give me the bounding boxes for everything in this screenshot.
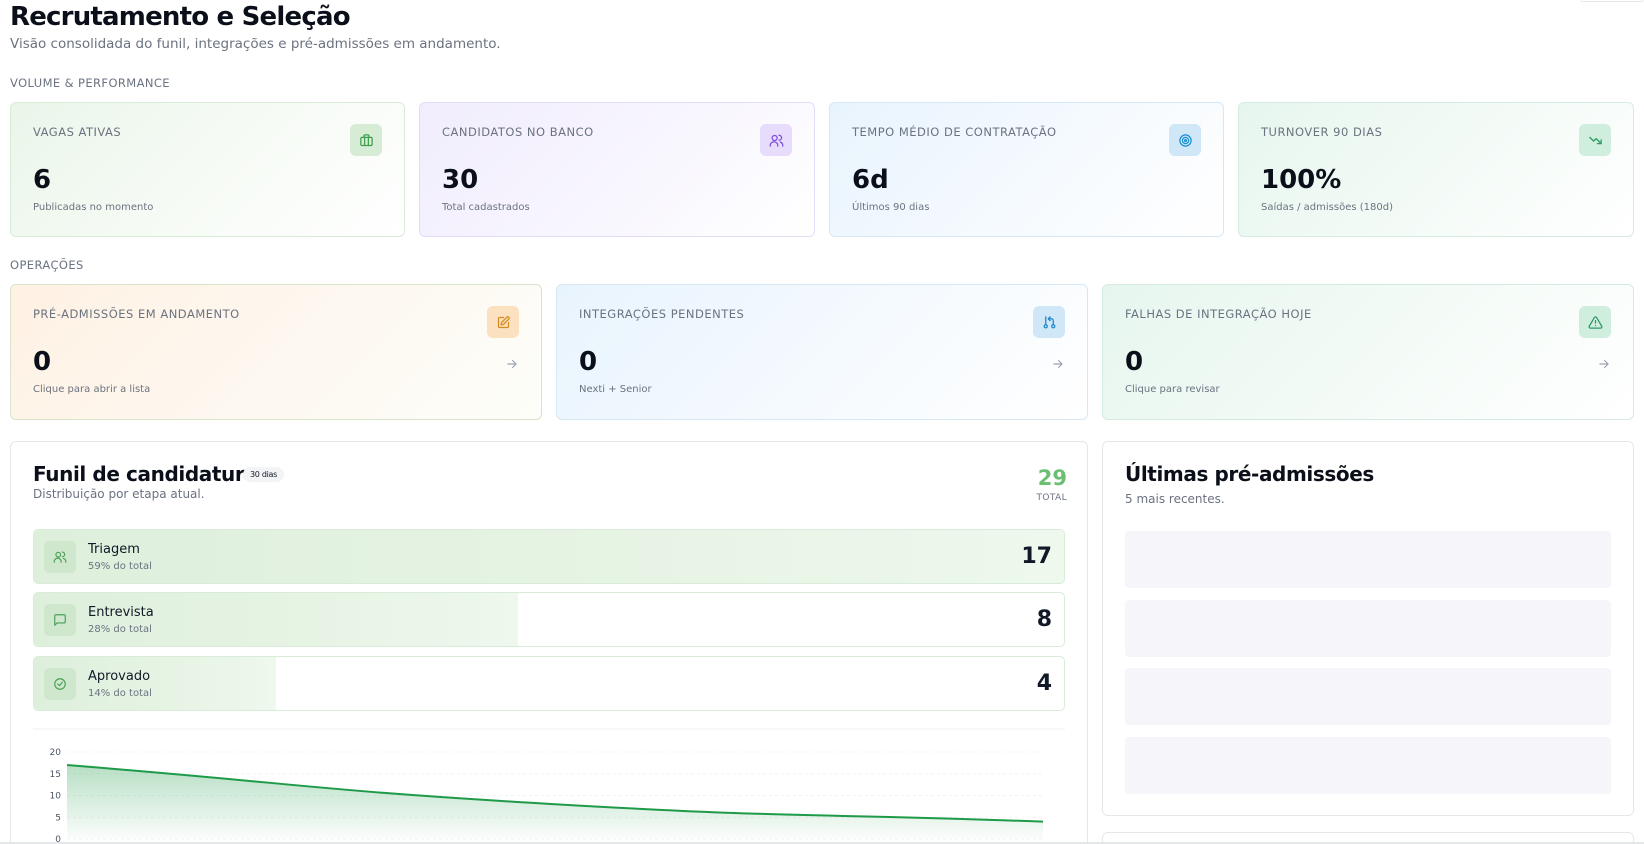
funnel-area-chart: 05101520 xyxy=(33,728,1065,844)
skeleton-row xyxy=(1125,531,1611,588)
kpi-label: CANDIDATOS NO BANCO xyxy=(442,125,594,139)
alert-triangle-icon xyxy=(1579,306,1611,338)
y-tick-label: 15 xyxy=(50,770,61,780)
ops-card-pre-admissoes[interactable]: PRÉ-ADMISSÕES EM ANDAMENTO 0 Clique para… xyxy=(10,284,542,420)
total-label: TOTAL xyxy=(1036,493,1067,503)
ops-card-integracoes-pendentes[interactable]: INTEGRAÇÕES PENDENTES 0 Nexti + Senior xyxy=(556,284,1088,420)
ops-label: FALHAS DE INTEGRAÇÃO HOJE xyxy=(1125,307,1312,321)
header-action-button[interactable] xyxy=(1580,0,1644,2)
funnel-stage-aprovado[interactable]: Aprovado 14% do total 4 xyxy=(33,656,1065,711)
ops-value: 0 xyxy=(33,347,52,377)
kpi-card-candidatos-no-banco[interactable]: CANDIDATOS NO BANCO 30 Total cadastrados xyxy=(419,102,815,237)
briefcase-icon xyxy=(350,124,382,156)
pre-admissions-subtitle: 5 mais recentes. xyxy=(1125,492,1225,506)
stage-name: Aprovado xyxy=(88,669,151,684)
skeleton-row xyxy=(1125,668,1611,725)
section-label-operations: OPERAÇÕES xyxy=(10,258,84,272)
stage-count: 17 xyxy=(1021,544,1052,569)
stage-fill-bar xyxy=(34,530,1064,583)
target-icon xyxy=(1169,124,1201,156)
kpi-caption: Últimos 90 dias xyxy=(852,202,930,213)
y-tick-label: 20 xyxy=(50,748,62,758)
ops-caption: Clique para abrir a lista xyxy=(33,384,151,395)
ops-value: 0 xyxy=(1125,347,1144,377)
users-icon xyxy=(760,124,792,156)
ops-caption: Nexti + Senior xyxy=(579,384,652,395)
git-pull-request-icon xyxy=(1033,306,1065,338)
kpi-value: 100% xyxy=(1261,165,1342,195)
page-subtitle: Visão consolidada do funil, integrações … xyxy=(10,36,501,52)
skeleton-row xyxy=(1125,737,1611,794)
stage-percent: 28% do total xyxy=(88,624,152,635)
users-icon xyxy=(44,541,76,573)
funnel-panel: Funil de candidaturas 30 dias Distribuiç… xyxy=(10,441,1088,844)
edit-document-icon xyxy=(487,306,519,338)
area-fill xyxy=(67,765,1043,839)
ops-label: PRÉ-ADMISSÕES EM ANDAMENTO xyxy=(33,307,240,321)
kpi-caption: Saídas / admissões (180d) xyxy=(1261,202,1393,213)
skeleton-row xyxy=(1125,600,1611,657)
arrow-right-icon[interactable] xyxy=(505,357,519,371)
kpi-label: TEMPO MÉDIO DE CONTRATAÇÃO xyxy=(852,125,1057,139)
funnel-stage-triagem[interactable]: Triagem 59% do total 17 xyxy=(33,529,1065,584)
ops-caption: Clique para revisar xyxy=(1125,384,1220,395)
ops-card-falhas-integracao[interactable]: FALHAS DE INTEGRAÇÃO HOJE 0 Clique para … xyxy=(1102,284,1634,420)
period-badge: 30 dias xyxy=(243,467,284,482)
check-circle-icon xyxy=(44,668,76,700)
stage-percent: 14% do total xyxy=(88,688,152,699)
y-tick-label: 10 xyxy=(50,792,62,802)
funnel-subtitle: Distribuição por etapa atual. xyxy=(33,487,205,501)
section-label-volume: VOLUME & PERFORMANCE xyxy=(10,76,170,90)
kpi-label: TURNOVER 90 DIAS xyxy=(1261,125,1383,139)
page-title: Recrutamento e Seleção xyxy=(10,2,351,32)
pre-admissions-title: Últimas pré-admissões xyxy=(1125,462,1374,486)
ops-label: INTEGRAÇÕES PENDENTES xyxy=(579,307,745,321)
kpi-label: VAGAS ATIVAS xyxy=(33,125,122,139)
stage-count: 8 xyxy=(1036,607,1052,632)
arrow-right-icon[interactable] xyxy=(1597,357,1611,371)
arrow-right-icon[interactable] xyxy=(1051,357,1065,371)
y-tick-label: 5 xyxy=(55,813,61,823)
total-value: 29 xyxy=(1037,466,1067,490)
kpi-card-vagas-ativas[interactable]: VAGAS ATIVAS 6 Publicadas no momento xyxy=(10,102,405,237)
kpi-caption: Total cadastrados xyxy=(442,202,530,213)
kpi-caption: Publicadas no momento xyxy=(33,202,154,213)
stage-name: Triagem xyxy=(88,542,140,557)
kpi-card-tempo-medio[interactable]: TEMPO MÉDIO DE CONTRATAÇÃO 6d Últimos 90… xyxy=(829,102,1224,237)
stage-count: 4 xyxy=(1036,671,1052,696)
kpi-value: 30 xyxy=(442,165,479,195)
kpi-value: 6 xyxy=(33,165,52,195)
message-square-icon xyxy=(44,604,76,636)
ops-value: 0 xyxy=(579,347,598,377)
stage-name: Entrevista xyxy=(88,605,154,620)
trending-down-icon xyxy=(1579,124,1611,156)
pre-admissions-panel: Últimas pré-admissões 5 mais recentes. xyxy=(1102,441,1634,816)
funnel-stage-entrevista[interactable]: Entrevista 28% do total 8 xyxy=(33,592,1065,647)
kpi-value: 6d xyxy=(852,165,889,195)
stage-percent: 59% do total xyxy=(88,561,152,572)
kpi-card-turnover[interactable]: TURNOVER 90 DIAS 100% Saídas / admissões… xyxy=(1238,102,1634,237)
funnel-title: Funil de candidaturas xyxy=(33,462,269,486)
